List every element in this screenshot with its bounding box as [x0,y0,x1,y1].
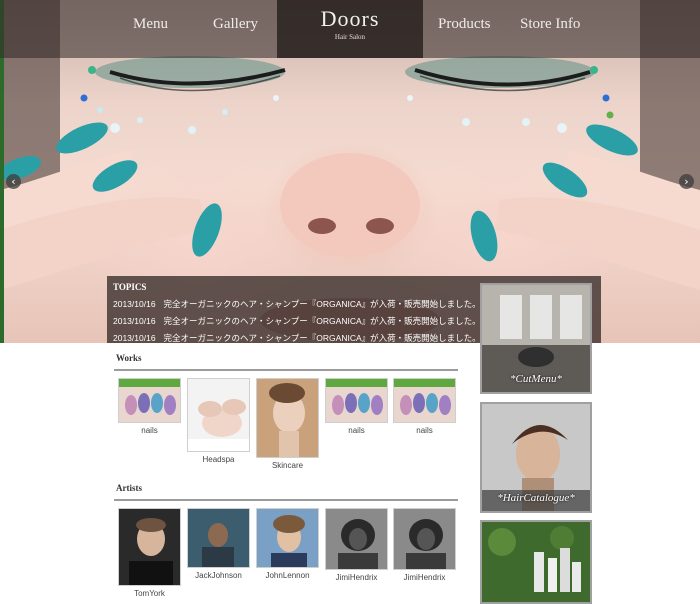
cutmenu-banner[interactable]: *CutMenu* [480,283,592,394]
slider-prev-button[interactable]: ‹ [6,174,21,189]
hair-catalogue-banner[interactable]: *HairCatalogue* [480,402,592,513]
topic-date: 2013/10/16 [113,299,156,309]
nav-store-info[interactable]: Store Info [520,16,580,33]
topic-date: 2013/10/16 [113,333,156,343]
brand-title: Doors [320,6,380,31]
works-divider [114,369,458,371]
top-nav: Menu Gallery Doors Hair Salon Products S… [0,0,700,58]
artist-photo [256,508,319,568]
artist-photo [118,508,181,586]
headspa-thumbnail [187,378,250,452]
nav-menu[interactable]: Menu [133,16,168,33]
nails-thumbnail [393,378,456,423]
works-item-label: Skincare [271,461,304,470]
artist-item[interactable]: JackJohnson [187,508,250,580]
artist-name: JimiHendrix [335,573,378,582]
works-item-label: Headspa [202,455,235,464]
artist-name: JimiHendrix [403,573,446,582]
artist-item[interactable]: TomYork [118,508,181,598]
brand-logo[interactable]: Doors Hair Salon [277,0,423,58]
works-heading: Works [116,353,142,363]
works-item[interactable]: nails [118,378,181,435]
nails-thumbnail [118,378,181,423]
brand-subtitle: Hair Salon [334,33,366,41]
artists-heading: Artists [116,483,142,493]
topic-date: 2013/10/16 [113,316,156,326]
artists-divider [114,499,458,501]
works-item[interactable]: nails [393,378,456,435]
works-item-label: nails [348,426,365,435]
artist-item[interactable]: JimiHendrix [325,508,388,582]
nav-gallery[interactable]: Gallery [213,16,258,33]
works-item-label: nails [416,426,433,435]
nails-thumbnail [325,378,388,423]
works-item[interactable]: nails [325,378,388,435]
works-item[interactable]: Headspa [187,378,250,464]
topic-text: 完全オーガニックのヘア・シャンプー『ORGANICA』が入荷・販売開始しました。 [163,333,481,343]
artist-item[interactable]: JimiHendrix [393,508,456,582]
topic-text: 完全オーガニックのヘア・シャンプー『ORGANICA』が入荷・販売開始しました。 [163,316,481,326]
artist-name: TomYork [134,589,165,598]
artist-name: JackJohnson [195,571,242,580]
works-item-label: nails [141,426,158,435]
products-banner[interactable] [480,520,592,604]
nav-products[interactable]: Products [438,16,491,33]
artist-photo [393,508,456,570]
skincare-thumbnail [256,378,319,458]
cutmenu-banner-label: *CutMenu* [510,373,562,385]
hair-catalogue-banner-label: *HairCatalogue* [497,492,575,504]
works-item[interactable]: Skincare [256,378,319,470]
products-image [482,522,590,602]
slider-next-button[interactable]: › [679,174,694,189]
topic-text: 完全オーガニックのヘア・シャンプー『ORGANICA』が入荷・販売開始しました。 [163,299,481,309]
artist-name: JohnLennon [265,571,310,580]
artist-item[interactable]: JohnLennon [256,508,319,580]
artist-photo [325,508,388,570]
artist-photo [187,508,250,568]
